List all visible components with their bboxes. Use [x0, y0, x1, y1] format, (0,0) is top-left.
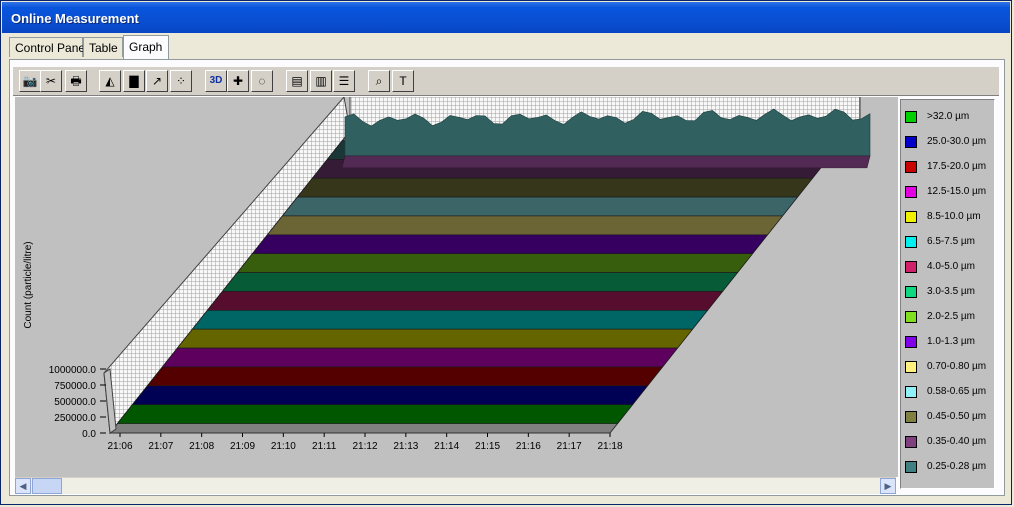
- legend-label: 0.25-0.28 µm: [927, 461, 987, 472]
- x-tick-label: 21:07: [148, 441, 173, 452]
- legend-label: 2.0-2.5 µm: [927, 311, 976, 322]
- legend-swatch: [905, 336, 917, 348]
- x-tick-label: 21:13: [393, 441, 418, 452]
- window-title: Online Measurement: [11, 11, 139, 26]
- rotate-icon[interactable]: ◌: [251, 70, 273, 92]
- title-bar[interactable]: Online Measurement: [2, 2, 1010, 33]
- horizontal-scrollbar[interactable]: ◀ ▶: [15, 477, 896, 494]
- area-chart-icon[interactable]: ◭: [99, 70, 121, 92]
- legend-swatch: [905, 411, 917, 423]
- chart-area[interactable]: (Licence to CVUT v Praze)0.0250000.05000…: [15, 97, 898, 477]
- chart-legend: >32.0 µm 25.0-30.0 µm 17.5-20.0 µm 12.5-15.…: [900, 99, 995, 489]
- y-tick-label: 1000000.0: [49, 365, 97, 376]
- zoom-icon[interactable]: ⌕: [368, 70, 390, 92]
- x-tick-label: 21:15: [475, 441, 500, 452]
- title-icon[interactable]: T: [392, 70, 414, 92]
- legend-label: 0.35-0.40 µm: [927, 436, 987, 447]
- y-tick-label: 500000.0: [54, 397, 96, 408]
- legend-label: 4.0-5.0 µm: [927, 261, 976, 272]
- legend-label: 12.5-15.0 µm: [927, 186, 987, 197]
- series-ribbon: [236, 253, 754, 273]
- legend-swatch: [905, 461, 917, 473]
- grid-horizontal-icon[interactable]: ☰: [333, 70, 355, 92]
- x-tick-label: 21:09: [230, 441, 255, 452]
- x-tick-label: 21:17: [557, 441, 582, 452]
- legend-swatch: [905, 211, 917, 223]
- legend-label: 6.5-7.5 µm: [927, 236, 976, 247]
- legend-swatch: [905, 436, 917, 448]
- scroll-thumb[interactable]: [32, 478, 62, 494]
- document-icon[interactable]: ▤: [286, 70, 308, 92]
- legend-label: 1.0-1.3 µm: [927, 336, 976, 347]
- legend-label: 0.45-0.50 µm: [927, 411, 987, 422]
- window: Online Measurement Control Panel Table G…: [0, 0, 1012, 505]
- tab-control-panel[interactable]: Control Panel: [9, 37, 88, 57]
- scatter-chart-icon[interactable]: ⁘: [170, 70, 192, 92]
- bar-chart-icon[interactable]: ▇: [123, 70, 145, 92]
- grid-vertical-icon[interactable]: ▥: [310, 70, 332, 92]
- legend-label: >32.0 µm: [927, 111, 970, 122]
- series-area: [341, 155, 871, 169]
- scroll-right-icon[interactable]: ▶: [880, 478, 896, 494]
- series-ribbon: [116, 404, 634, 424]
- legend-swatch: [905, 186, 917, 198]
- tab-label: Graph: [129, 40, 163, 54]
- scroll-left-icon[interactable]: ◀: [15, 478, 31, 494]
- series-ribbon: [191, 310, 709, 330]
- legend-swatch: [905, 161, 917, 173]
- y-tick-label: 0.0: [82, 429, 96, 440]
- chart-toolbar: 📷 ✂ 🖶 ◭ ▇ ↗ ⁘ 3D ✚ ◌ ▤ ▥ ☰ ⌕ T: [13, 67, 999, 96]
- series-ribbon: [131, 385, 649, 405]
- series-ribbon: [176, 328, 694, 349]
- x-tick-label: 21:10: [271, 441, 296, 452]
- camera-icon[interactable]: 📷: [19, 70, 41, 92]
- y-tick-label: 750000.0: [54, 381, 96, 392]
- x-tick-label: 21:11: [312, 441, 337, 452]
- scissors-icon[interactable]: ✂: [40, 70, 62, 92]
- marker-icon[interactable]: ✚: [227, 70, 249, 92]
- legend-label: 25.0-30.0 µm: [927, 136, 987, 147]
- y-axis-label: Count (particle/litre): [23, 241, 34, 328]
- legend-label: 0.58-0.65 µm: [927, 386, 987, 397]
- series-ribbon: [296, 177, 814, 198]
- series-ribbon: [266, 215, 784, 236]
- toggle-3d-icon[interactable]: 3D: [205, 70, 227, 92]
- y-tick-label: 250000.0: [54, 413, 96, 424]
- legend-label: 3.0-3.5 µm: [927, 286, 976, 297]
- series-ribbon: [281, 196, 799, 217]
- legend-swatch: [905, 361, 917, 373]
- tab-graph[interactable]: Graph: [123, 35, 169, 59]
- legend-swatch: [905, 311, 917, 323]
- series-ribbon: [206, 291, 724, 311]
- legend-swatch: [905, 386, 917, 398]
- x-tick-label: 21:16: [516, 441, 541, 452]
- tab-table[interactable]: Table: [83, 37, 123, 57]
- legend-swatch: [905, 236, 917, 248]
- series-ribbon: [146, 366, 664, 387]
- series-ribbon: [221, 272, 739, 292]
- x-tick-label: 21:18: [597, 441, 622, 452]
- x-tick-label: 21:08: [189, 441, 214, 452]
- legend-label: 8.5-10.0 µm: [927, 211, 981, 222]
- tab-label: Control Panel: [15, 41, 88, 55]
- x-tick-label: 21:14: [434, 441, 459, 452]
- legend-swatch: [905, 136, 917, 148]
- series-ribbon: [161, 347, 679, 368]
- x-tick-label: 21:06: [107, 441, 132, 452]
- x-tick-label: 21:12: [352, 441, 377, 452]
- chart-svg: (Licence to CVUT v Praze)0.0250000.05000…: [23, 97, 871, 452]
- printer-icon[interactable]: 🖶: [65, 70, 87, 92]
- legend-swatch: [905, 286, 917, 298]
- line-chart-icon[interactable]: ↗: [146, 70, 168, 92]
- series-ribbon: [251, 234, 769, 254]
- tab-label: Table: [89, 41, 118, 55]
- legend-label: 0.70-0.80 µm: [927, 361, 987, 372]
- legend-label: 17.5-20.0 µm: [927, 161, 987, 172]
- legend-swatch: [905, 111, 917, 123]
- legend-swatch: [905, 261, 917, 273]
